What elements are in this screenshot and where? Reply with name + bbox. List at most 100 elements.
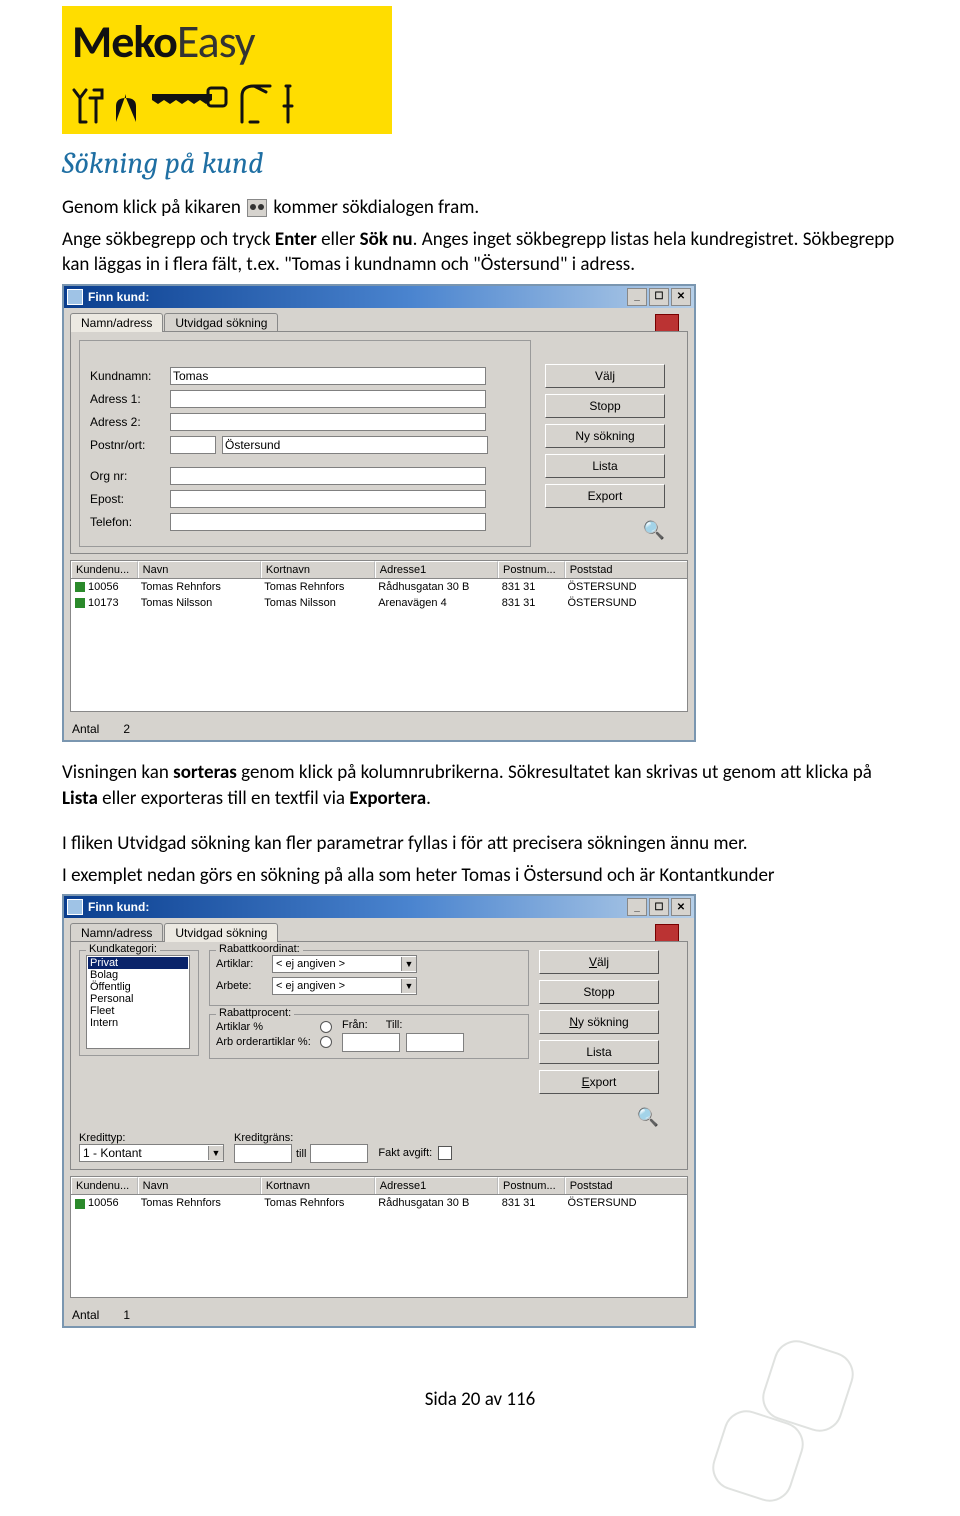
table-footer: Antal 2	[64, 718, 694, 740]
th-adr[interactable]: Adresse1	[375, 561, 498, 578]
tab-name-address[interactable]: Namn/adress	[70, 313, 163, 332]
window-title: Finn kund:	[88, 290, 149, 304]
antal-label: Antal	[72, 722, 99, 736]
tab-extended-search[interactable]: Utvidgad sökning	[164, 313, 278, 332]
input-postnr[interactable]	[170, 436, 216, 454]
legend-rabattkoord: Rabattkoordinat:	[216, 943, 303, 955]
label-artiklar: Artiklar:	[216, 958, 268, 970]
chevron-down-icon: ▼	[401, 979, 416, 993]
checkbox-faktavgift[interactable]	[438, 1146, 452, 1160]
kundkategori-listbox[interactable]: Privat Bolag Öffentlig Personal Fleet In…	[86, 955, 190, 1049]
th-stad[interactable]: Poststad	[565, 561, 687, 578]
table-row[interactable]: 10056 Tomas Rehnfors Tomas Rehnfors Rådh…	[71, 579, 687, 595]
list-item[interactable]: Öffentlig	[88, 981, 188, 993]
search-form: Kundnamn: Adress 1: Adress 2: Postnr/ort…	[79, 340, 531, 547]
toolbox-icon[interactable]	[655, 924, 679, 942]
close-button[interactable]: ✕	[671, 898, 691, 916]
input-kreditgrans-to[interactable]	[310, 1144, 368, 1163]
maximize-button[interactable]: ☐	[649, 898, 669, 916]
label-postnr: Postnr/ort:	[90, 438, 170, 452]
combo-arbete[interactable]: < ej angiven > ▼	[272, 977, 417, 995]
results-table: Kundenu... Navn Kortnavn Adresse1 Postnu…	[70, 560, 688, 712]
valj-button[interactable]: Välj	[539, 950, 659, 974]
stopp-button[interactable]: Stopp	[545, 394, 665, 418]
stopp-button[interactable]: Stopp	[539, 980, 659, 1004]
table-row[interactable]: 10056 Tomas Rehnfors Tomas Rehnfors Rådh…	[71, 1195, 687, 1211]
lista-button[interactable]: Lista	[545, 454, 665, 478]
valj-button[interactable]: Välj	[545, 364, 665, 388]
ny-sokning-button[interactable]: Ny sökning	[539, 1010, 659, 1034]
logo-bold: Meko	[72, 14, 177, 70]
list-item[interactable]: Privat	[88, 957, 188, 969]
input-fran[interactable]	[342, 1033, 400, 1052]
input-adress1[interactable]	[170, 390, 486, 408]
pin-icon[interactable]	[655, 314, 679, 332]
minimize-button[interactable]: _	[627, 288, 647, 306]
titlebar: Finn kund: _ ☐ ✕	[64, 286, 694, 308]
th-adr[interactable]: Adresse1	[375, 1177, 498, 1194]
mid-p2: I fliken Utvidgad sökning kan fler param…	[62, 831, 898, 857]
close-button[interactable]: ✕	[671, 288, 691, 306]
th-stad[interactable]: Poststad	[565, 1177, 687, 1194]
th-navn[interactable]: Navn	[138, 561, 261, 578]
tab-extended-search[interactable]: Utvidgad sökning	[164, 923, 278, 942]
row-icon	[75, 582, 85, 592]
rabattkoordinat-fieldset: Rabattkoordinat: Artiklar: < ej angiven …	[209, 950, 529, 1006]
minimize-button[interactable]: _	[627, 898, 647, 916]
label-adress2: Adress 2:	[90, 415, 170, 429]
th-kort[interactable]: Kortnavn	[261, 561, 375, 578]
list-item[interactable]: Intern	[88, 1017, 188, 1029]
th-kort[interactable]: Kortnavn	[261, 1177, 375, 1194]
input-adress2[interactable]	[170, 413, 486, 431]
table-footer: Antal 1	[64, 1304, 694, 1326]
row-icon	[75, 1199, 85, 1209]
lista-button[interactable]: Lista	[539, 1040, 659, 1064]
antal-label: Antal	[72, 1308, 99, 1322]
input-kundnamn[interactable]	[170, 367, 486, 385]
th-id[interactable]: Kundenu...	[71, 561, 138, 578]
button-column: Välj Stopp Ny sökning Lista Export 🔍	[545, 340, 665, 547]
section-title: Sökning på kund	[62, 146, 898, 181]
list-item[interactable]: Bolag	[88, 969, 188, 981]
label-arborder-pct: Arb orderartiklar %:	[216, 1036, 316, 1048]
label-kundnamn: Kundnamn:	[90, 369, 170, 383]
th-navn[interactable]: Navn	[138, 1177, 261, 1194]
input-telefon[interactable]	[170, 513, 486, 531]
input-epost[interactable]	[170, 490, 486, 508]
tab-name-address[interactable]: Namn/adress	[70, 923, 163, 942]
label-adress1: Adress 1:	[90, 392, 170, 406]
input-postort[interactable]	[222, 436, 488, 454]
combo-artiklar[interactable]: < ej angiven > ▼	[272, 955, 417, 973]
rabattprocent-fieldset: Rabattprocent: Artiklar % Arb orderartik…	[209, 1014, 529, 1059]
logo-text: MekoEasy	[72, 14, 382, 70]
magnifier-icon[interactable]: 🔍	[637, 1106, 659, 1128]
window-title: Finn kund:	[88, 900, 149, 914]
mid-p3: I exemplet nedan görs en sökning på alla…	[62, 863, 898, 889]
radio-artiklar[interactable]	[320, 1021, 332, 1033]
th-id[interactable]: Kundenu...	[71, 1177, 138, 1194]
table-row[interactable]: 10173 Tomas Nilsson Tomas Nilsson Arenav…	[71, 595, 687, 611]
intro-p1: Genom klick på kikaren kommer sökdialoge…	[62, 195, 898, 221]
input-till[interactable]	[406, 1033, 464, 1052]
th-post[interactable]: Postnum...	[498, 1177, 565, 1194]
input-kreditgrans-from[interactable]	[234, 1144, 292, 1163]
label-orgnr: Org nr:	[90, 469, 170, 483]
window-icon	[67, 899, 83, 915]
ny-sokning-button[interactable]: Ny sökning	[545, 424, 665, 448]
titlebar: Finn kund: _ ☐ ✕	[64, 896, 694, 918]
combo-kredittyp[interactable]: 1 - Kontant ▼	[79, 1144, 224, 1162]
th-post[interactable]: Postnum...	[498, 561, 565, 578]
radio-arborder[interactable]	[320, 1036, 332, 1048]
mid-p1: Visningen kan sorteras genom klick på ko…	[62, 760, 898, 811]
magnifier-icon[interactable]: 🔍	[643, 520, 665, 542]
export-button[interactable]: Export	[539, 1070, 659, 1094]
maximize-button[interactable]: ☐	[649, 288, 669, 306]
input-orgnr[interactable]	[170, 467, 486, 485]
label-kreditgrans: Kreditgräns:	[234, 1132, 368, 1144]
find-customer-window-1: Finn kund: _ ☐ ✕ Namn/adress Utvidgad sö…	[62, 284, 696, 742]
list-item[interactable]: Personal	[88, 993, 188, 1005]
list-item[interactable]: Fleet	[88, 1005, 188, 1017]
row-icon	[75, 598, 85, 608]
tab-strip: Namn/adress Utvidgad sökning	[64, 918, 694, 941]
export-button[interactable]: Export	[545, 484, 665, 508]
